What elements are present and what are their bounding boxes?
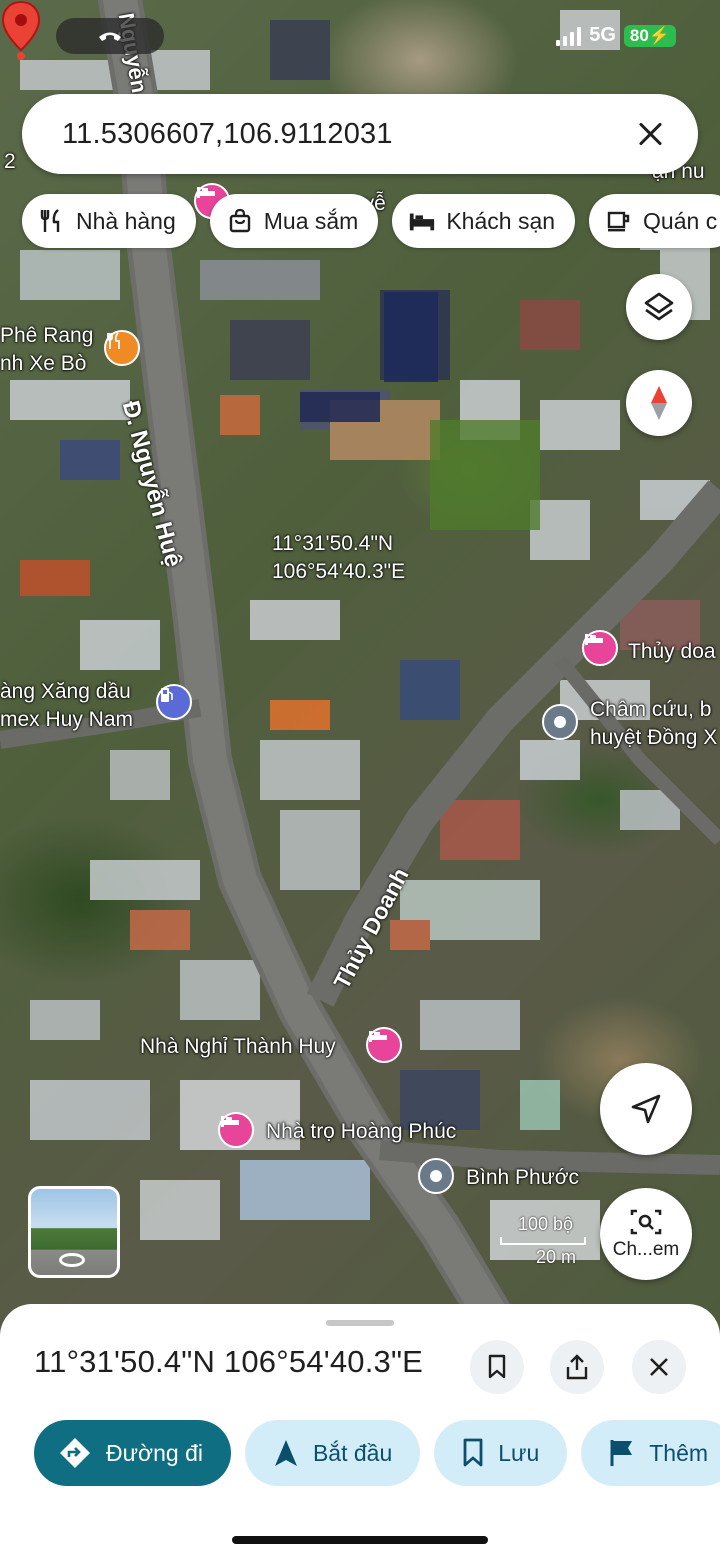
chip-label: Nhà hàng	[76, 207, 176, 234]
battery-icon: 80⚡	[623, 24, 676, 47]
home-indicator	[232, 1536, 488, 1544]
category-chips: Nhà hàng Mua sắm Khách sạn Quán c	[22, 194, 720, 248]
action-buttons: Đường đi Bắt đầu Lưu Thêm	[34, 1420, 720, 1486]
action-label: Đường đi	[106, 1439, 203, 1466]
save-place-button[interactable]	[470, 1340, 524, 1394]
search-input[interactable]: 11.5306607,106.9112031	[62, 118, 632, 151]
save-button[interactable]: Lưu	[434, 1420, 568, 1486]
clear-search-icon[interactable]	[632, 116, 668, 152]
status-bar: 5G 80⚡	[0, 18, 720, 58]
camera-search-icon	[630, 1209, 662, 1235]
chip-coffee[interactable]: Quán c	[589, 194, 720, 248]
action-label: Bắt đầu	[312, 1439, 393, 1466]
chip-label: Mua sắm	[263, 207, 359, 234]
place-label-guest-house[interactable]: Nhà Nghỉ Thành Huy	[140, 1033, 336, 1061]
scale-bar	[500, 1237, 586, 1245]
restaurant-poi-icon[interactable]	[104, 330, 140, 366]
chip-restaurants[interactable]: Nhà hàng	[22, 194, 196, 248]
street-view-thumbnail[interactable]	[28, 1186, 120, 1278]
cafe-name-line2: nh Xe Bò	[0, 352, 87, 375]
pin-longitude: 106°54'40.3"E	[272, 560, 406, 583]
flag-icon	[610, 1440, 633, 1466]
map-scale: 100 bộ 20 m	[500, 1214, 586, 1268]
add-label-button[interactable]: Thêm	[581, 1420, 720, 1486]
cafe-name-line1: Phê Rang	[0, 324, 94, 347]
signal-strength-icon	[556, 26, 582, 46]
clinic-name-line1: Châm cứu, b	[590, 698, 712, 721]
battery-level: 80	[629, 25, 649, 45]
scale-bottom-label: 20 m	[536, 1247, 577, 1267]
motel-poi-icon[interactable]	[218, 1112, 254, 1148]
layers-icon	[644, 292, 674, 321]
place-label-province[interactable]: Bình Phước	[466, 1164, 579, 1192]
lens-label: Ch...em	[612, 1239, 680, 1260]
navigation-arrow-icon	[274, 1440, 297, 1466]
directions-icon	[60, 1438, 90, 1468]
compass-button[interactable]	[626, 370, 692, 436]
guest-house-poi-icon[interactable]	[366, 1027, 402, 1063]
clinic-poi-icon[interactable]	[542, 704, 578, 740]
compass-icon	[651, 386, 667, 420]
map-layers-button[interactable]	[626, 274, 692, 340]
pin-coordinates-label: 11°31'50.4"N 106°54'40.3"E	[272, 530, 405, 586]
gas-station-poi-icon[interactable]	[156, 684, 192, 720]
place-label-motel[interactable]: Nhà trọ Hoàng Phúc	[266, 1118, 456, 1146]
phone-icon	[99, 32, 121, 41]
my-location-button[interactable]	[600, 1063, 692, 1155]
place-label-gas-station[interactable]: àng Xăng dầu mex Huy Nam	[0, 678, 133, 734]
lens-button[interactable]: Ch...em	[600, 1188, 692, 1280]
start-navigation-button[interactable]: Bắt đầu	[244, 1420, 421, 1486]
network-type: 5G	[589, 24, 616, 46]
place-title: 11°31'50.4"N 106°54'40.3"E	[34, 1344, 424, 1379]
ongoing-call-pill[interactable]	[56, 18, 164, 54]
bed-icon	[408, 207, 436, 235]
close-sheet-button[interactable]	[632, 1340, 686, 1394]
fork-knife-icon	[38, 207, 66, 235]
coffee-cup-icon	[605, 207, 633, 235]
close-icon	[650, 1358, 668, 1376]
bookmark-icon	[488, 1354, 506, 1379]
scale-top-label: 100 bộ	[518, 1214, 574, 1234]
place-label-clinic[interactable]: Châm cứu, b huyệt Đồng X	[590, 696, 717, 752]
navigation-arrow-icon	[631, 1094, 661, 1124]
sheet-drag-handle[interactable]	[326, 1320, 394, 1326]
chip-label: Khách sạn	[446, 207, 556, 234]
action-label: Thêm	[649, 1439, 709, 1466]
hotel-right-poi-icon[interactable]	[582, 630, 618, 666]
search-bar[interactable]: 11.5306607,106.9112031	[22, 94, 698, 174]
province-poi-icon[interactable]	[418, 1158, 454, 1194]
status-indicators: 5G 80⚡	[556, 24, 676, 47]
share-button[interactable]	[550, 1340, 604, 1394]
place-label-hotel-right[interactable]: Thủy doa	[628, 638, 716, 666]
directions-button[interactable]: Đường đi	[34, 1420, 231, 1486]
share-icon	[566, 1354, 588, 1380]
place-label-edge-left: 2	[4, 150, 16, 173]
clinic-name-line2: huyệt Đồng X	[590, 726, 718, 749]
chip-shopping[interactable]: Mua sắm	[209, 194, 379, 248]
place-label-cafe[interactable]: Phê Rang nh Xe Bò	[0, 322, 93, 378]
chip-hotels[interactable]: Khách sạn	[392, 194, 576, 248]
gas-name-line2: mex Huy Nam	[0, 708, 134, 731]
gas-name-line1: àng Xăng dầu	[0, 680, 131, 703]
bookmark-icon	[463, 1438, 483, 1467]
place-bottom-sheet[interactable]: 11°31'50.4"N 106°54'40.3"E Đường đi Bắt …	[0, 1304, 720, 1558]
rotate-360-icon	[59, 1253, 85, 1267]
pin-latitude: 11°31'50.4"N	[272, 532, 394, 555]
chip-label: Quán c	[643, 207, 718, 234]
shopping-bag-icon	[226, 207, 254, 235]
action-label: Lưu	[498, 1439, 540, 1466]
